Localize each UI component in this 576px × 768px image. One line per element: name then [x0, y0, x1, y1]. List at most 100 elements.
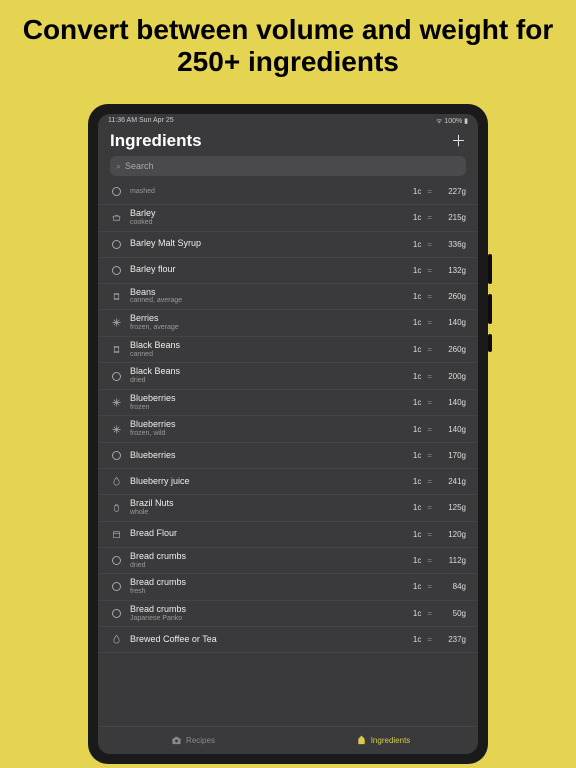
ingredient-row[interactable]: Brazil Nutswhole1c=125g — [98, 495, 478, 522]
search-icon: ⌕ — [116, 161, 121, 172]
ingredient-row[interactable]: Black Beanscanned1c=260g — [98, 337, 478, 364]
ingredient-subtitle: frozen, average — [130, 324, 413, 332]
ingredient-name-block: Beanscanned, average — [130, 288, 413, 306]
tab-label: Recipes — [186, 736, 215, 745]
conversion-values: 1c=120g — [413, 530, 466, 539]
scale-icon — [356, 735, 367, 746]
ingredient-name: Brazil Nuts — [130, 499, 413, 509]
conversion-values: 1c=140g — [413, 398, 466, 407]
ingredient-subtitle: dried — [130, 562, 413, 570]
hw-button — [488, 334, 492, 352]
volume-value: 1c — [413, 609, 421, 618]
weight-value: 120g — [438, 530, 466, 539]
weight-value: 140g — [438, 318, 466, 327]
volume-value: 1c — [413, 398, 421, 407]
ingredient-row[interactable]: Brewed Coffee or Tea1c=237g — [98, 627, 478, 653]
ingredient-name-block: Black Beansdried — [130, 367, 413, 385]
conversion-values: 1c=112g — [413, 556, 466, 565]
ingredient-row[interactable]: Black Beansdried1c=200g — [98, 363, 478, 390]
ingredient-name: Barley flour — [130, 265, 413, 275]
equals-sign: = — [427, 318, 432, 327]
ingredient-list[interactable]: mashed1c=227gBarleycooked1c=215gBarley M… — [98, 179, 478, 726]
conversion-values: 1c=260g — [413, 292, 466, 301]
ingredient-name: Bread crumbs — [130, 578, 413, 588]
add-button[interactable]: ＋ — [451, 130, 466, 151]
equals-sign: = — [427, 345, 432, 354]
search-input[interactable]: ⌕ Search ＋ — [110, 156, 466, 176]
ingredient-name-block: Bread Flour — [130, 529, 413, 539]
equals-sign: = — [427, 372, 432, 381]
ingredient-row[interactable]: Blueberriesfrozen1c=140g — [98, 390, 478, 417]
conversion-values: 1c=215g — [413, 213, 466, 222]
weight-value: 112g — [438, 556, 466, 565]
weight-value: 227g — [438, 187, 466, 196]
ingredient-name-block: Barleycooked — [130, 209, 413, 227]
ingredient-icon — [110, 186, 122, 198]
equals-sign: = — [427, 213, 432, 222]
ingredient-row[interactable]: Beanscanned, average1c=260g — [98, 284, 478, 311]
tab-ingredients[interactable]: Ingredients — [288, 727, 478, 754]
ingredient-icon — [110, 397, 122, 409]
ingredient-icon — [110, 450, 122, 462]
tab-recipes[interactable]: Recipes — [98, 727, 288, 754]
ingredient-name: Black Beans — [130, 367, 413, 377]
ingredient-icon — [110, 290, 122, 302]
ingredient-icon — [110, 528, 122, 540]
ingredient-row[interactable]: mashed1c=227g — [98, 179, 478, 205]
ingredient-row[interactable]: Bread Flour1c=120g — [98, 522, 478, 548]
ingredient-icon — [110, 264, 122, 276]
ingredient-row[interactable]: Bread crumbsJapanese Panko1c=50g — [98, 601, 478, 628]
ingredient-icon — [110, 212, 122, 224]
equals-sign: = — [427, 240, 432, 249]
ingredient-row[interactable]: Blueberriesfrozen, wild1c=140g — [98, 416, 478, 443]
equals-sign: = — [427, 187, 432, 196]
conversion-values: 1c=84g — [413, 582, 466, 591]
page-title: Ingredients — [98, 129, 478, 156]
equals-sign: = — [427, 451, 432, 460]
volume-value: 1c — [413, 451, 421, 460]
hw-button — [488, 254, 492, 284]
weight-value: 84g — [438, 582, 466, 591]
ingredient-name-block: Blueberries — [130, 451, 413, 461]
equals-sign: = — [427, 398, 432, 407]
equals-sign: = — [427, 635, 432, 644]
ingredient-row[interactable]: Bread crumbsdried1c=112g — [98, 548, 478, 575]
ingredient-row[interactable]: Blueberries1c=170g — [98, 443, 478, 469]
conversion-values: 1c=132g — [413, 266, 466, 275]
ingredient-icon — [110, 423, 122, 435]
weight-value: 237g — [438, 635, 466, 644]
status-bar: 11:36 AM Sun Apr 25 ᯤ 100% ▮ — [98, 114, 478, 129]
volume-value: 1c — [413, 635, 421, 644]
equals-sign: = — [427, 425, 432, 434]
ingredient-row[interactable]: Barleycooked1c=215g — [98, 205, 478, 232]
ingredient-icon — [110, 344, 122, 356]
ingredient-icon — [110, 238, 122, 250]
ingredient-name: Blueberries — [130, 420, 413, 430]
ingredient-icon — [110, 476, 122, 488]
weight-value: 260g — [438, 292, 466, 301]
ingredient-name-block: Blueberry juice — [130, 477, 413, 487]
tab-bar: Recipes Ingredients — [98, 726, 478, 754]
ingredient-row[interactable]: Blueberry juice1c=241g — [98, 469, 478, 495]
ingredient-row[interactable]: Barley flour1c=132g — [98, 258, 478, 284]
conversion-values: 1c=50g — [413, 609, 466, 618]
conversion-values: 1c=140g — [413, 425, 466, 434]
ingredient-row[interactable]: Barley Malt Syrup1c=336g — [98, 232, 478, 258]
camera-icon — [171, 735, 182, 746]
ingredient-name-block: Bread crumbsJapanese Panko — [130, 605, 413, 623]
ingredient-name: Bread crumbs — [130, 605, 413, 615]
volume-value: 1c — [413, 187, 421, 196]
weight-value: 260g — [438, 345, 466, 354]
ingredient-icon — [110, 317, 122, 329]
ingredient-subtitle: dried — [130, 377, 413, 385]
search-placeholder: Search — [125, 161, 154, 171]
ingredient-row[interactable]: Berriesfrozen, average1c=140g — [98, 310, 478, 337]
weight-value: 132g — [438, 266, 466, 275]
ingredient-name: Black Beans — [130, 341, 413, 351]
ingredient-subtitle: canned — [130, 351, 413, 359]
ingredient-subtitle: canned, average — [130, 297, 413, 305]
ingredient-name-block: Barley Malt Syrup — [130, 239, 413, 249]
ingredient-row[interactable]: Bread crumbsfresh1c=84g — [98, 574, 478, 601]
ingredient-icon — [110, 608, 122, 620]
ingredient-subtitle: Japanese Panko — [130, 615, 413, 623]
